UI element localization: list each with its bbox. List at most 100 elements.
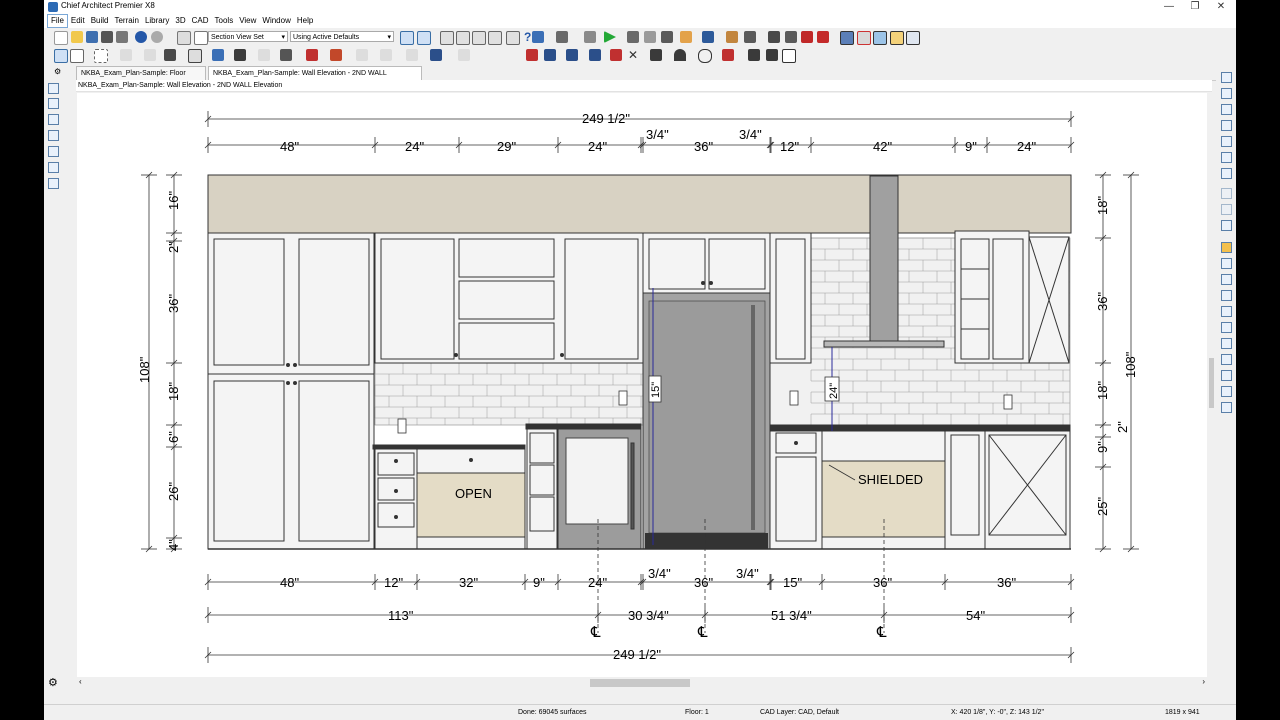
line-icon[interactable] xyxy=(650,49,662,61)
menu-build[interactable]: Build xyxy=(88,14,112,28)
new-file-icon[interactable] xyxy=(54,31,68,45)
delete-surface-icon[interactable] xyxy=(801,31,813,43)
pan-icon[interactable] xyxy=(1221,168,1232,179)
print-icon[interactable] xyxy=(101,31,113,43)
brush-icon[interactable] xyxy=(726,31,738,43)
minimize-button[interactable]: — xyxy=(1156,0,1182,14)
zoom-in-icon[interactable] xyxy=(1221,88,1232,99)
rotate-icon[interactable] xyxy=(1221,204,1232,215)
marquee-icon[interactable] xyxy=(94,49,108,63)
menu-3d[interactable]: 3D xyxy=(172,14,188,28)
resize-icon[interactable] xyxy=(526,49,538,61)
save-icon[interactable] xyxy=(86,31,98,43)
select-objects-icon[interactable] xyxy=(54,49,68,63)
reflect-icon[interactable] xyxy=(566,49,578,61)
door-icon[interactable] xyxy=(280,49,292,61)
point-icon[interactable] xyxy=(766,49,778,61)
window-list-icon[interactable] xyxy=(906,31,920,45)
printer-setup-icon[interactable] xyxy=(116,31,128,43)
close-button[interactable]: ✕ xyxy=(1208,0,1234,14)
box-icon[interactable] xyxy=(1221,274,1232,285)
window-tile-icon[interactable] xyxy=(840,31,854,45)
defaults-select[interactable]: Using Active Defaults xyxy=(290,31,394,43)
hand-pan-icon[interactable] xyxy=(400,31,414,45)
walkthrough-icon[interactable] xyxy=(584,31,596,43)
gear-icon[interactable]: ⚙ xyxy=(54,67,61,76)
copy-icon[interactable] xyxy=(120,49,132,61)
plan-check-icon[interactable] xyxy=(488,31,502,45)
zoom-icon[interactable] xyxy=(48,83,59,94)
pan-icon[interactable] xyxy=(48,178,59,189)
material-paint-icon[interactable] xyxy=(785,31,797,43)
swap-icon[interactable] xyxy=(1221,188,1232,199)
horizontal-scrollbar[interactable]: ‹ › xyxy=(77,677,1207,689)
undo-icon[interactable] xyxy=(135,31,147,43)
record-icon[interactable] xyxy=(627,31,639,43)
fog-icon[interactable] xyxy=(644,31,656,43)
stair-icon[interactable] xyxy=(212,49,224,61)
fill-extents-icon[interactable] xyxy=(48,146,59,157)
library-icon[interactable] xyxy=(680,31,692,43)
copy-style-icon[interactable] xyxy=(177,31,191,45)
callout-icon[interactable] xyxy=(458,49,470,61)
cad-block-icon[interactable] xyxy=(782,49,796,63)
vertical-scrollbar[interactable] xyxy=(1207,93,1216,677)
hand-select-icon[interactable] xyxy=(417,31,431,45)
menu-window[interactable]: Window xyxy=(259,14,293,28)
materials-icon[interactable] xyxy=(472,31,486,45)
menu-file[interactable]: File xyxy=(47,14,68,28)
fixture-icon[interactable] xyxy=(258,49,270,61)
view-type-icon[interactable] xyxy=(661,31,673,43)
zoom-icon[interactable] xyxy=(1221,72,1232,83)
cursor-icon[interactable] xyxy=(1221,402,1232,413)
view-set-select[interactable]: Section View Set xyxy=(208,31,288,43)
menu-cad[interactable]: CAD xyxy=(189,14,212,28)
search-icon[interactable] xyxy=(1221,290,1232,301)
plant-icon[interactable] xyxy=(380,49,392,61)
tab-wall-elevation[interactable]: NKBA_Exam_Plan-Sample: Wall Elevation - … xyxy=(208,66,422,91)
object-snap-icon[interactable] xyxy=(1221,386,1232,397)
highlight-icon[interactable] xyxy=(1221,242,1232,253)
window-split-icon[interactable] xyxy=(873,31,887,45)
select-edit-icon[interactable] xyxy=(70,49,84,63)
zoom-out-icon[interactable] xyxy=(48,114,59,125)
checklist-icon[interactable] xyxy=(194,31,208,45)
menu-edit[interactable]: Edit xyxy=(68,14,88,28)
break-icon[interactable] xyxy=(589,49,601,61)
elevation-drawing-area[interactable]: OPEN SHIELDED 15" 24" ℄ ℄ ℄ 249 1/2" 48"… xyxy=(77,93,1207,677)
framing-icon[interactable] xyxy=(406,49,418,61)
delete-icon[interactable]: ✕ xyxy=(628,49,640,61)
undo-zoom-icon[interactable] xyxy=(48,162,59,173)
menu-terrain[interactable]: Terrain xyxy=(111,14,141,28)
scroll-left-icon[interactable]: ‹ xyxy=(79,677,82,686)
dimension-icon[interactable] xyxy=(164,49,176,61)
align-icon[interactable] xyxy=(1221,258,1232,269)
zoom-out-icon[interactable] xyxy=(1221,104,1232,115)
eyedropper-icon[interactable] xyxy=(768,31,780,43)
grid-snap-icon[interactable] xyxy=(1221,370,1232,381)
camera-icon[interactable] xyxy=(532,31,544,43)
roof-icon[interactable] xyxy=(306,49,318,61)
brick-icon[interactable] xyxy=(330,49,342,61)
snap-icon[interactable] xyxy=(1221,322,1232,333)
text-icon[interactable] xyxy=(430,49,442,61)
redo-icon[interactable] xyxy=(151,31,163,43)
angle-snap-icon[interactable] xyxy=(1221,338,1232,349)
window-arrange-icon[interactable] xyxy=(890,31,904,45)
menu-help[interactable]: Help xyxy=(294,14,316,28)
arc-icon[interactable] xyxy=(674,49,686,61)
grid-icon[interactable] xyxy=(1221,354,1232,365)
vertical-scroll-thumb[interactable] xyxy=(1209,358,1214,408)
house-icon[interactable] xyxy=(702,31,714,43)
tape-icon[interactable] xyxy=(144,49,156,61)
schedule-icon[interactable] xyxy=(456,31,470,45)
menu-tools[interactable]: Tools xyxy=(212,14,237,28)
settings-gear-icon[interactable]: ⚙ xyxy=(48,676,58,689)
menu-library[interactable]: Library xyxy=(142,14,172,28)
fill-window-icon[interactable] xyxy=(1221,120,1232,131)
play-icon[interactable] xyxy=(604,31,616,43)
window-cascade-icon[interactable] xyxy=(857,31,871,45)
zoom-in-icon[interactable] xyxy=(48,98,59,109)
layout-icon[interactable] xyxy=(506,31,520,45)
fill-window-icon[interactable] xyxy=(48,130,59,141)
